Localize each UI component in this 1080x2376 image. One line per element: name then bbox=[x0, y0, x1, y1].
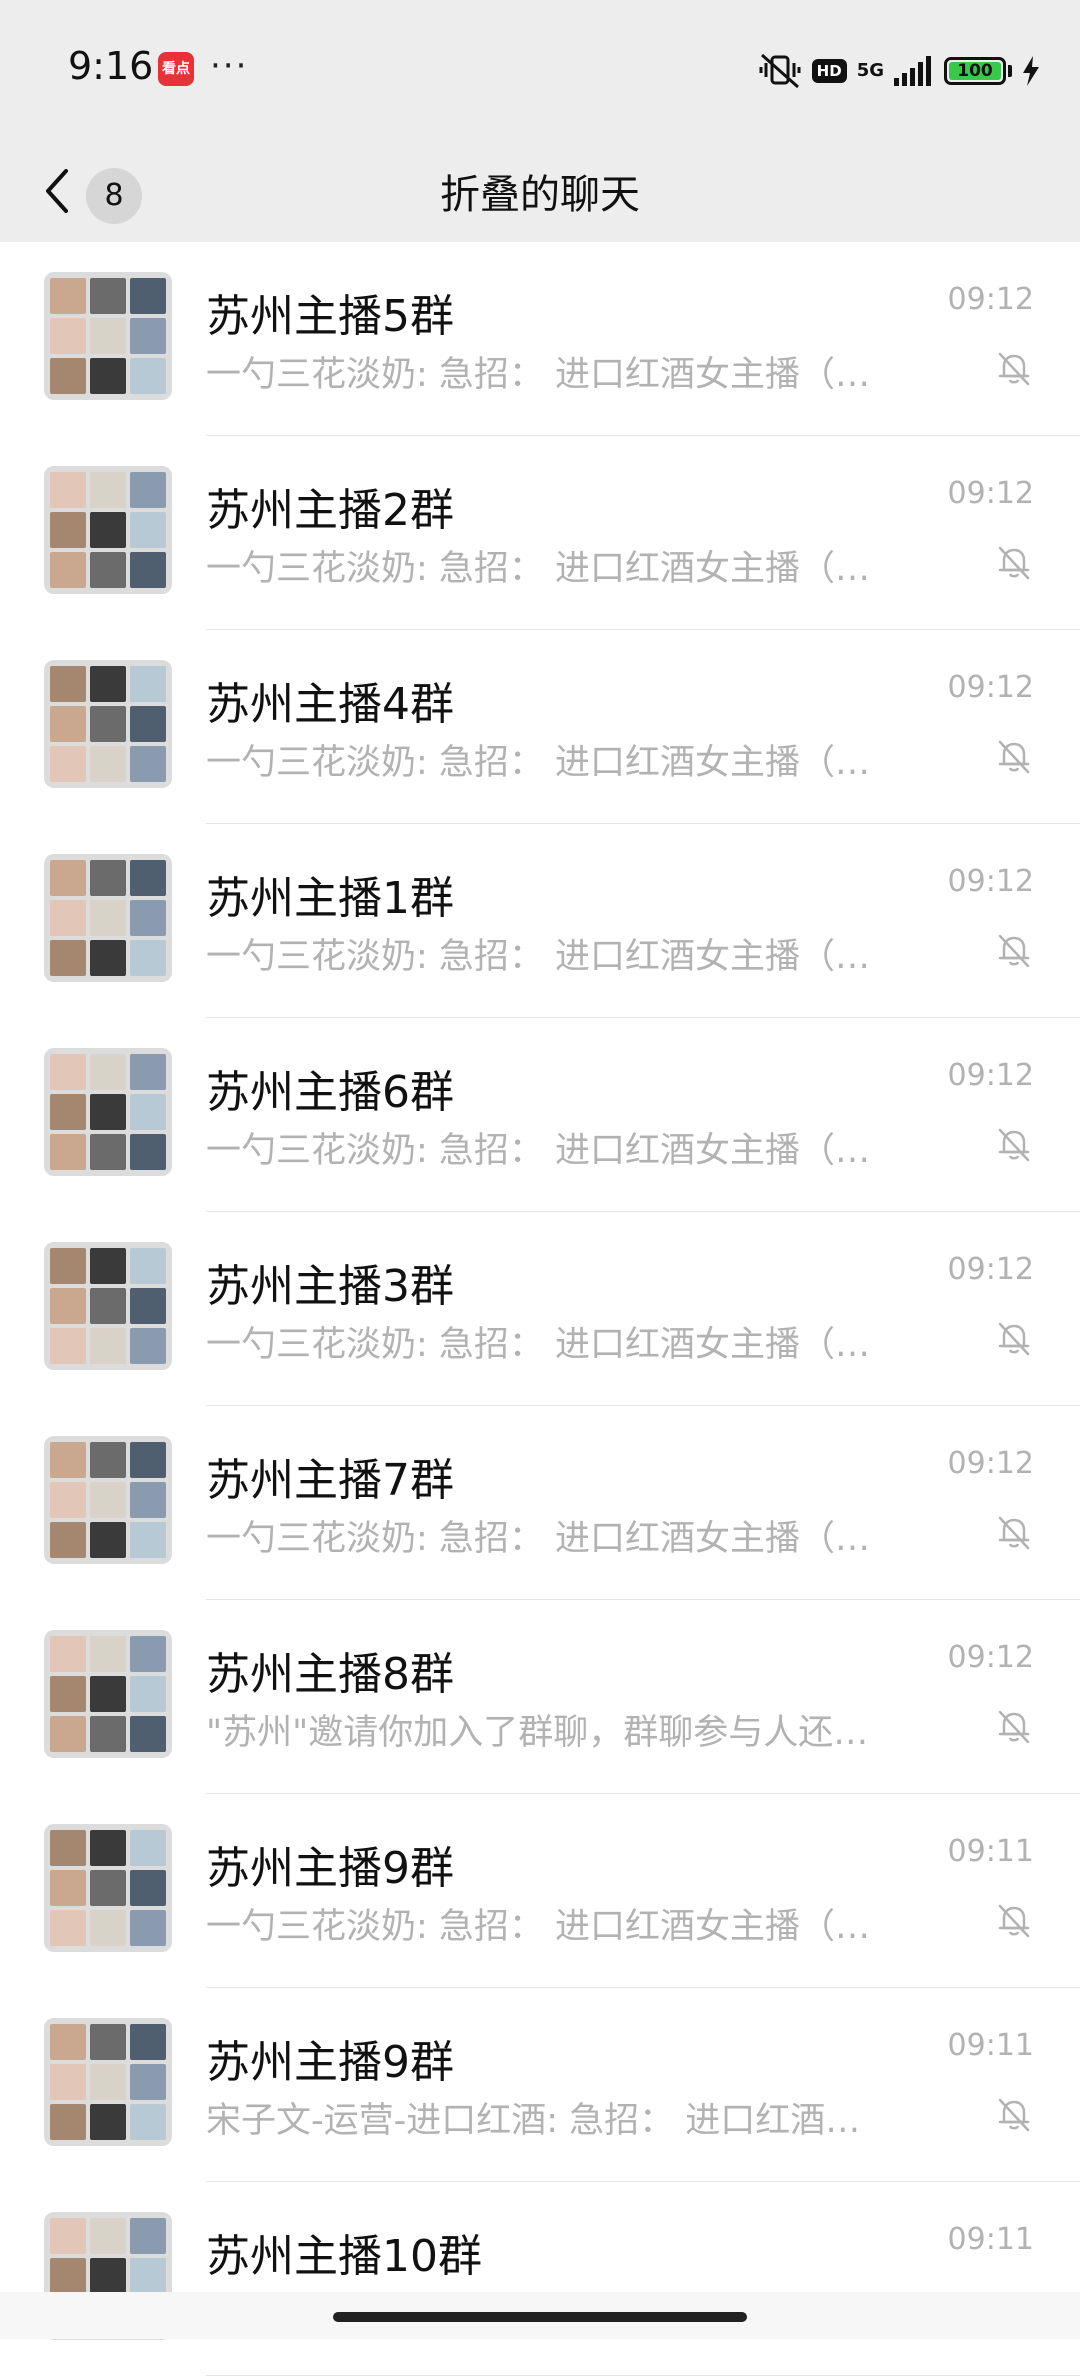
chat-time: 09:11 bbox=[947, 1834, 1034, 1869]
chat-preview: 一勺三花淡奶: 急招： 进口红酒女主播（… bbox=[206, 549, 871, 589]
chat-list: 苏州主播5群 09:12 一勺三花淡奶: 急招： 进口红酒女主播（… 苏州主播2群 09… bbox=[0, 242, 1080, 2376]
chat-row[interactable]: 苏州主播1群 09:12 一勺三花淡奶: 急招： 进口红酒女主播（… bbox=[0, 824, 1080, 1018]
group-avatar[interactable] bbox=[44, 2018, 172, 2146]
bell-off-icon bbox=[998, 1904, 1030, 1938]
network-type: 5G bbox=[856, 60, 884, 81]
nav-bar: 8 折叠的聊天 bbox=[0, 140, 1080, 242]
group-avatar[interactable] bbox=[44, 272, 172, 400]
chat-preview: 宋子文-运营-进口红酒: 急招： 进口红酒… bbox=[206, 2101, 861, 2141]
chat-time: 09:12 bbox=[947, 282, 1034, 317]
status-bar: 9:16 看点 ··· HD 5G 100 bbox=[0, 0, 1080, 140]
chat-row[interactable]: 苏州主播8群 09:12 "苏州"邀请你加入了群聊，群聊参与人还… bbox=[0, 1600, 1080, 1794]
group-avatar[interactable] bbox=[44, 1630, 172, 1758]
page-title: 折叠的聊天 bbox=[440, 172, 640, 218]
chat-preview: 一勺三花淡奶: 急招： 进口红酒女主播（… bbox=[206, 937, 871, 977]
status-time: 9:16 bbox=[68, 44, 154, 88]
chat-name: 苏州主播3群 bbox=[206, 1261, 454, 1312]
chat-name: 苏州主播9群 bbox=[206, 1843, 454, 1894]
group-avatar[interactable] bbox=[44, 1048, 172, 1176]
charging-icon bbox=[1023, 56, 1039, 86]
group-avatar[interactable] bbox=[44, 660, 172, 788]
group-avatar[interactable] bbox=[44, 1436, 172, 1564]
chat-time: 09:12 bbox=[947, 476, 1034, 511]
group-avatar[interactable] bbox=[44, 1242, 172, 1370]
bell-off-icon bbox=[998, 352, 1030, 386]
bell-off-icon bbox=[998, 1516, 1030, 1550]
chat-preview: 一勺三花淡奶: 急招： 进口红酒女主播（… bbox=[206, 743, 871, 783]
battery-icon: 100 bbox=[944, 57, 1006, 85]
chat-preview: 一勺三花淡奶: 急招： 进口红酒女主播（… bbox=[206, 1519, 871, 1559]
chat-row[interactable]: 苏州主播3群 09:12 一勺三花淡奶: 急招： 进口红酒女主播（… bbox=[0, 1212, 1080, 1406]
chat-row[interactable]: 苏州主播2群 09:12 一勺三花淡奶: 急招： 进口红酒女主播（… bbox=[0, 436, 1080, 630]
chat-preview: 一勺三花淡奶: 急招： 进口红酒女主播（… bbox=[206, 355, 871, 395]
chat-preview: 一勺三花淡奶: 急招： 进口红酒女主播（… bbox=[206, 1325, 871, 1365]
chat-name: 苏州主播6群 bbox=[206, 1067, 454, 1118]
bell-off-icon bbox=[998, 740, 1030, 774]
status-icons: HD 5G 100 bbox=[758, 50, 1040, 92]
chat-name: 苏州主播7群 bbox=[206, 1455, 454, 1506]
chat-time: 09:11 bbox=[947, 2028, 1034, 2063]
chat-row[interactable]: 苏州主播6群 09:12 一勺三花淡奶: 急招： 进口红酒女主播（… bbox=[0, 1018, 1080, 1212]
chat-name: 苏州主播1群 bbox=[206, 873, 454, 924]
chat-row[interactable]: 苏州主播5群 09:12 一勺三花淡奶: 急招： 进口红酒女主播（… bbox=[0, 242, 1080, 436]
chat-name: 苏州主播2群 bbox=[206, 485, 454, 536]
chat-preview: "苏州"邀请你加入了群聊，群聊参与人还… bbox=[206, 1713, 869, 1753]
bell-off-icon bbox=[998, 934, 1030, 968]
chat-time: 09:12 bbox=[947, 1446, 1034, 1481]
battery-level: 100 bbox=[957, 61, 993, 81]
hd-icon: HD bbox=[811, 59, 847, 83]
chat-name: 苏州主播4群 bbox=[206, 679, 454, 730]
bell-off-icon bbox=[998, 1710, 1030, 1744]
chat-time: 09:12 bbox=[947, 670, 1034, 705]
chat-name: 苏州主播8群 bbox=[206, 1649, 454, 1700]
chat-preview: 一勺三花淡奶: 急招： 进口红酒女主播（… bbox=[206, 1131, 871, 1171]
chat-time: 09:12 bbox=[947, 1058, 1034, 1093]
group-avatar[interactable] bbox=[44, 466, 172, 594]
chat-name: 苏州主播5群 bbox=[206, 291, 454, 342]
signal-icon bbox=[894, 56, 931, 86]
bell-off-icon bbox=[998, 1128, 1030, 1162]
chat-time: 09:12 bbox=[947, 1640, 1034, 1675]
vibrate-off-icon bbox=[759, 53, 801, 89]
chat-row[interactable]: 苏州主播9群 09:11 一勺三花淡奶: 急招： 进口红酒女主播（… bbox=[0, 1794, 1080, 1988]
home-indicator-area bbox=[0, 2292, 1080, 2339]
chat-name: 苏州主播10群 bbox=[206, 2231, 482, 2282]
more-notifications-icon: ··· bbox=[210, 46, 249, 86]
chat-time: 09:12 bbox=[947, 864, 1034, 899]
group-avatar[interactable] bbox=[44, 854, 172, 982]
chat-time: 09:12 bbox=[947, 1252, 1034, 1287]
group-avatar[interactable] bbox=[44, 1824, 172, 1952]
chat-name: 苏州主播9群 bbox=[206, 2037, 454, 2088]
chat-preview: 一勺三花淡奶: 急招： 进口红酒女主播（… bbox=[206, 1907, 871, 1947]
chat-time: 09:11 bbox=[947, 2222, 1034, 2257]
chat-row[interactable]: 苏州主播4群 09:12 一勺三花淡奶: 急招： 进口红酒女主播（… bbox=[0, 630, 1080, 824]
chat-row[interactable]: 苏州主播7群 09:12 一勺三花淡奶: 急招： 进口红酒女主播（… bbox=[0, 1406, 1080, 1600]
app-notification-icon: 看点 bbox=[158, 52, 194, 86]
home-indicator[interactable] bbox=[333, 2312, 747, 2322]
chat-row[interactable]: 苏州主播9群 09:11 宋子文-运营-进口红酒: 急招： 进口红酒… bbox=[0, 1988, 1080, 2182]
chat-row[interactable]: 苏州主播10群 09:11 bbox=[0, 2182, 1080, 2376]
bell-off-icon bbox=[998, 546, 1030, 580]
bell-off-icon bbox=[998, 1322, 1030, 1356]
bell-off-icon bbox=[998, 2098, 1030, 2132]
